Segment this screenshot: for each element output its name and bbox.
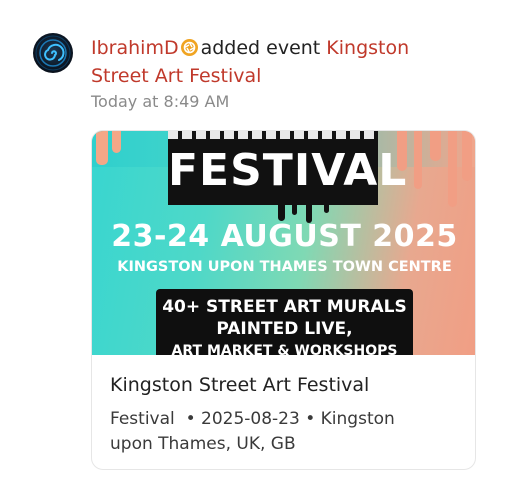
cropped-text-strip <box>168 131 378 139</box>
paint-drip <box>430 131 441 161</box>
poster-info-line: PAINTED LIVE, <box>216 319 353 339</box>
paint-drip <box>96 131 108 165</box>
user-avatar[interactable] <box>33 33 73 73</box>
ink-drip <box>324 203 329 213</box>
paint-drip <box>112 131 121 153</box>
event-category: Festival <box>110 409 175 429</box>
poster-dates: 23-24 AUGUST 2025 <box>111 219 458 254</box>
poster-info-line: 40+ STREET ART MURALS <box>162 297 407 317</box>
event-card-meta: Festival • 2025-08-23 • Kingston upon Tha… <box>110 409 395 454</box>
paint-drip <box>448 131 457 207</box>
poster-location: KINGSTON UPON THAMES TOWN CENTRE <box>117 259 452 275</box>
post-timestamp[interactable]: Today at 8:49 AM <box>91 92 229 111</box>
poster-info-box: 40+ STREET ART MURALS PAINTED LIVE, ART … <box>156 289 413 355</box>
ink-drip <box>292 203 297 215</box>
event-link-part1[interactable]: Kingston <box>326 37 409 59</box>
event-card-title[interactable]: Kingston Street Art Festival <box>110 374 369 396</box>
event-date: 2025-08-23 <box>201 409 300 429</box>
post-header: IbrahimD added event Kingston Street Art F… <box>91 34 491 90</box>
event-location-part1: Kingston <box>320 409 395 429</box>
paint-drip <box>462 131 472 181</box>
event-card[interactable]: FESTIVAL 23-24 AUGUST 2025 KINGSTON UPON… <box>91 130 476 470</box>
poster-info-line: ART MARKET & WORKSHOPS <box>171 343 398 355</box>
poster-title-block: FESTIVAL <box>168 131 408 205</box>
paint-drip <box>414 131 422 189</box>
event-poster-image[interactable]: FESTIVAL 23-24 AUGUST 2025 KINGSTON UPON… <box>92 131 475 355</box>
aperture-badge-icon <box>180 39 198 56</box>
event-location-part2: upon Thames, UK, GB <box>110 434 296 454</box>
spiral-avatar-icon <box>35 35 71 71</box>
action-text: added event <box>200 37 321 59</box>
event-link-part2[interactable]: Street Art Festival <box>91 65 261 87</box>
username-link[interactable]: IbrahimD <box>91 37 179 59</box>
poster-headline: FESTIVAL <box>168 145 408 196</box>
